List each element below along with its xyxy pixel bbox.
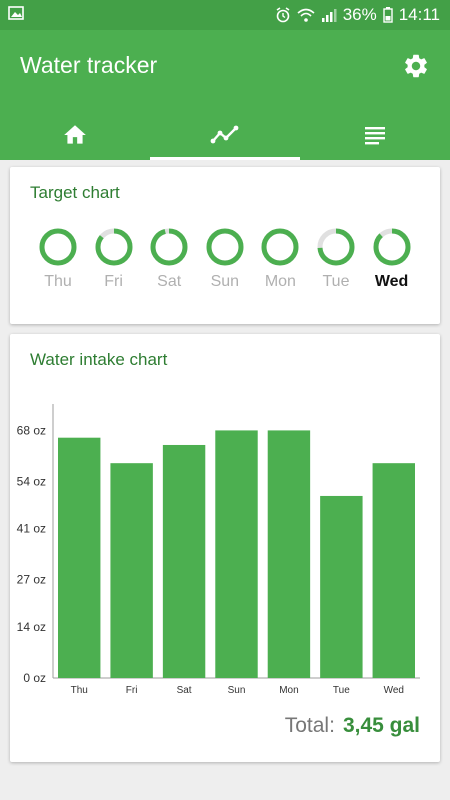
target-ring: [317, 228, 355, 266]
target-day-label: Sun: [210, 273, 240, 290]
wifi-icon: [297, 8, 315, 22]
bar-sat: [162, 444, 206, 678]
alarm-icon: [276, 7, 290, 23]
target-ring-progress: [150, 228, 188, 266]
target-ring: [39, 228, 77, 266]
target-day-label: Mon: [264, 273, 296, 290]
target-ring: [261, 228, 299, 266]
target-day-mon: Mon: [250, 227, 310, 291]
target-ring: [150, 228, 188, 266]
x-tick-label: Fri: [126, 685, 138, 696]
water-intake-bar-chart: 0 oz 14 oz 27 oz 41 oz 54 oz 68 oz Thu Fri Sat Su…: [17, 404, 420, 696]
tab-bar: [0, 110, 450, 160]
water-intake-card: Water intake chart 0 oz 14 oz 27 oz 41 oz 54…: [10, 334, 440, 762]
gallery-notification-icon: [8, 6, 24, 20]
x-tick-label: Sat: [177, 685, 192, 696]
y-tick-label: 14 oz: [17, 620, 46, 634]
y-tick-label: 0 oz: [23, 671, 46, 685]
target-day-label: Wed: [374, 273, 409, 290]
bar-tue: [320, 495, 363, 678]
target-ring-progress: [373, 228, 411, 266]
tab-home[interactable]: [0, 110, 150, 160]
x-tick-label: Sun: [228, 685, 246, 696]
target-day-thu: Thu: [28, 227, 88, 291]
bar-thu: [58, 437, 101, 678]
target-ring-progress: [206, 228, 244, 266]
target-day-label: Fri: [104, 273, 123, 290]
target-rings: Thu Fri Sat Sun Mon Tue Wed: [28, 227, 432, 307]
target-ring: [373, 228, 411, 266]
x-tick-label: Thu: [71, 685, 88, 696]
target-day-label: Tue: [322, 273, 350, 290]
target-day-label: Sat: [157, 273, 182, 290]
chart-line-icon: [210, 125, 239, 144]
y-tick-label: 54 oz: [17, 474, 46, 488]
list-icon: [365, 127, 385, 145]
target-day-tue: Tue: [306, 227, 366, 291]
app-bar: Water tracker: [0, 30, 450, 160]
tab-charts[interactable]: [150, 110, 300, 160]
signal-icon: [321, 9, 337, 22]
target-day-label: Thu: [44, 273, 72, 290]
x-tick-label: Wed: [384, 685, 404, 696]
status-bar: 36% 14:11: [0, 0, 450, 30]
target-ring-progress: [261, 228, 299, 266]
y-tick-label: 27 oz: [17, 573, 46, 587]
target-ring: [206, 228, 244, 266]
total-label: Total:: [284, 714, 335, 737]
target-day-wed: Wed: [362, 227, 422, 291]
bar-fri: [110, 463, 153, 678]
x-tick-label: Tue: [333, 685, 350, 696]
bar-sun: [215, 430, 258, 678]
bar-mon: [267, 430, 311, 678]
tab-list[interactable]: [300, 110, 450, 160]
clock: 14:11: [398, 5, 440, 24]
target-day-sat: Sat: [139, 227, 199, 291]
battery-icon: [383, 7, 393, 23]
settings-gear-icon[interactable]: [402, 52, 430, 80]
target-chart-card: Target chart Thu Fri Sat Sun Mon Tue Wed: [10, 167, 440, 324]
y-tick-label: 41 oz: [17, 522, 46, 536]
x-tick-label: Mon: [279, 685, 298, 696]
app-title: Water tracker: [20, 52, 158, 78]
target-ring: [95, 228, 133, 266]
total-summary: Total: 3,45 gal: [285, 714, 420, 738]
target-day-sun: Sun: [195, 227, 255, 291]
home-icon: [64, 125, 86, 144]
target-day-fri: Fri: [84, 227, 144, 291]
y-tick-label: 68 oz: [17, 423, 46, 437]
battery-percent: 36%: [342, 5, 377, 24]
target-chart-title: Target chart: [30, 183, 120, 202]
total-value: 3,45 gal: [342, 714, 420, 737]
target-ring-progress: [39, 228, 77, 266]
bar-wed: [372, 463, 415, 678]
